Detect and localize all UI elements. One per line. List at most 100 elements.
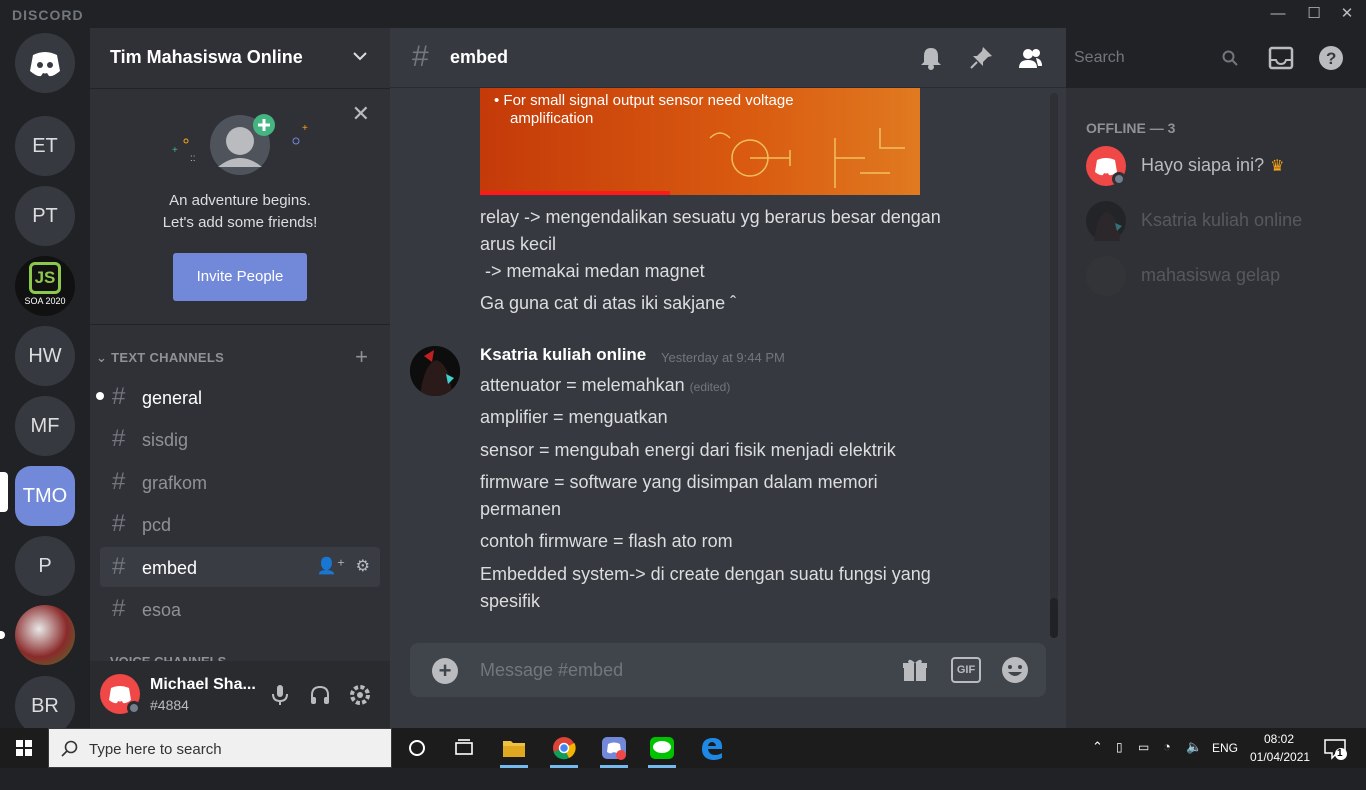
message-line: attenuator = melemahkan (edited): [480, 375, 731, 395]
gift-icon[interactable]: [900, 656, 930, 684]
message-author[interactable]: Ksatria kuliah online: [480, 345, 646, 365]
server-icon-avatar[interactable]: [15, 605, 75, 665]
notification-bell-icon[interactable]: [918, 45, 944, 71]
text-channels-category[interactable]: ⌄ TEXT CHANNELS: [96, 350, 224, 366]
chrome-icon[interactable]: [550, 734, 578, 762]
server-header[interactable]: Tim Mahasiswa Online: [90, 28, 390, 89]
notification-center-icon[interactable]: [1321, 734, 1349, 762]
home-button[interactable]: [15, 33, 75, 93]
language-indicator[interactable]: ENG: [1212, 741, 1238, 781]
nodejs-icon: JS: [29, 262, 61, 294]
member-item[interactable]: Ksatria kuliah online: [1086, 201, 1356, 245]
server-icon-hw[interactable]: HW: [15, 326, 75, 386]
task-view-icon[interactable]: [450, 734, 478, 762]
member-name: Ksatria kuliah online: [1141, 210, 1303, 230]
channel-header: # embed: [390, 28, 1066, 88]
hash-icon: #: [112, 425, 126, 452]
message-line: spesifik: [480, 591, 541, 611]
taskbar-search[interactable]: Type here to search: [48, 728, 392, 768]
discord-logo-icon: [30, 52, 60, 77]
avatar: [1086, 256, 1126, 296]
member-name: mahasiswa gelap: [1141, 265, 1281, 285]
notification-count: 1: [1337, 748, 1343, 759]
user-tag: #4884: [150, 697, 189, 713]
gear-icon[interactable]: ⚙: [356, 558, 370, 575]
gif-button[interactable]: GIF: [951, 657, 981, 683]
tray-device-icon[interactable]: ▯: [1116, 740, 1123, 780]
invite-people-button[interactable]: Invite People: [173, 253, 307, 301]
friends-illustration-icon: + :: +: [172, 114, 308, 175]
scrollbar-track[interactable]: [1050, 93, 1058, 638]
server-icon-js[interactable]: JS SOA 2020: [15, 256, 75, 316]
windows-start-icon[interactable]: [0, 728, 48, 768]
server-icon-tmo[interactable]: TMO: [15, 466, 75, 526]
unread-server-pill: [0, 631, 5, 639]
channel-sisdig[interactable]: # sisdig: [100, 419, 380, 459]
channel-tools: 👤⁺ ⚙: [317, 547, 370, 587]
status-indicator: [127, 701, 141, 715]
member-item[interactable]: mahasiswa gelap: [1086, 256, 1356, 300]
hash-icon: #: [412, 40, 429, 73]
pin-icon[interactable]: [968, 45, 994, 71]
hash-icon: #: [112, 595, 126, 622]
server-icon-mf[interactable]: MF: [15, 396, 75, 456]
create-invite-icon[interactable]: 👤⁺: [317, 558, 345, 575]
channel-embed[interactable]: # embed 👤⁺ ⚙: [100, 547, 380, 587]
wifi-icon[interactable]: ◔: [1163, 739, 1171, 779]
message-line: permanen: [480, 499, 562, 519]
line-app-icon[interactable]: [648, 734, 676, 762]
message-line: Ga guna cat di atas iki sakjane ˆ: [480, 293, 737, 313]
message-line: relay -> mengendalikan sesuatu yg beraru…: [480, 207, 941, 227]
channel-general[interactable]: # general: [96, 377, 380, 417]
cortana-icon[interactable]: [403, 734, 431, 762]
add-channel-icon[interactable]: +: [355, 344, 368, 370]
message-input[interactable]: [480, 655, 880, 685]
avatar[interactable]: [410, 346, 460, 396]
title-bar: DISCORD — ☐ ✕: [0, 0, 1366, 28]
search-icon: [61, 740, 78, 757]
crown-icon: ♛: [1270, 158, 1285, 175]
server-icon-br[interactable]: BR: [15, 676, 75, 728]
server-icon-p[interactable]: P: [15, 536, 75, 596]
taskbar-search-placeholder: Type here to search: [89, 741, 222, 758]
member-item[interactable]: Hayo siapa ini? ♛: [1086, 146, 1356, 190]
avatar: [1086, 201, 1126, 241]
edge-icon[interactable]: [698, 734, 726, 762]
search-input[interactable]: Search: [1066, 43, 1246, 73]
hash-icon: #: [112, 510, 126, 537]
channel-grafkom[interactable]: # grafkom: [100, 462, 380, 502]
upload-plus-icon[interactable]: +: [432, 658, 458, 684]
emoji-icon[interactable]: [1000, 656, 1030, 684]
message-line: sensor = mengubah energi dari fisik menj…: [480, 440, 896, 460]
member-list-icon[interactable]: [1017, 45, 1043, 71]
server-name: Tim Mahasiswa Online: [110, 47, 303, 67]
tray-chevron-icon[interactable]: ⌃: [1092, 739, 1103, 779]
search-placeholder: Search: [1074, 49, 1125, 66]
scrollbar-thumb[interactable]: [1050, 598, 1058, 638]
app-brand: DISCORD: [12, 7, 84, 23]
server-icon-et[interactable]: ET: [15, 116, 75, 176]
battery-icon[interactable]: ▭: [1138, 740, 1149, 780]
microphone-icon[interactable]: [268, 683, 292, 707]
discord-app-icon[interactable]: [600, 734, 628, 762]
svg-text:+: +: [302, 123, 308, 134]
friends-card: ✕ + :: + An adventure begins. Let's add …: [90, 89, 390, 325]
message-line: arus kecil: [480, 234, 557, 254]
message-line: amplifier = menguatkan: [480, 407, 668, 427]
close-icon[interactable]: ✕: [1324, 0, 1366, 28]
clock-date[interactable]: 01/04/2021: [1250, 750, 1310, 790]
channel-esoa[interactable]: # esoa: [100, 589, 380, 629]
close-icon[interactable]: ✕: [352, 103, 370, 125]
channel-pcd[interactable]: # pcd: [100, 504, 380, 544]
selected-server-pill: [0, 472, 8, 512]
help-icon[interactable]: ?: [1318, 45, 1344, 71]
server-icon-pt[interactable]: PT: [15, 186, 75, 246]
file-explorer-icon[interactable]: [500, 734, 528, 762]
embedded-image[interactable]: • For small signal output sensor need vo…: [480, 88, 920, 195]
os-taskbar: Type here to search ⌃ ▯ ▭ ◔ 🔈 ENG 08:02 …: [0, 728, 1366, 768]
volume-icon[interactable]: 🔈: [1186, 739, 1202, 779]
headphones-icon[interactable]: [308, 683, 332, 707]
server-list: ET PT JS SOA 2020 HW MF TMO P BR: [0, 28, 90, 728]
inbox-icon[interactable]: [1268, 45, 1294, 71]
gear-icon[interactable]: [348, 683, 372, 707]
